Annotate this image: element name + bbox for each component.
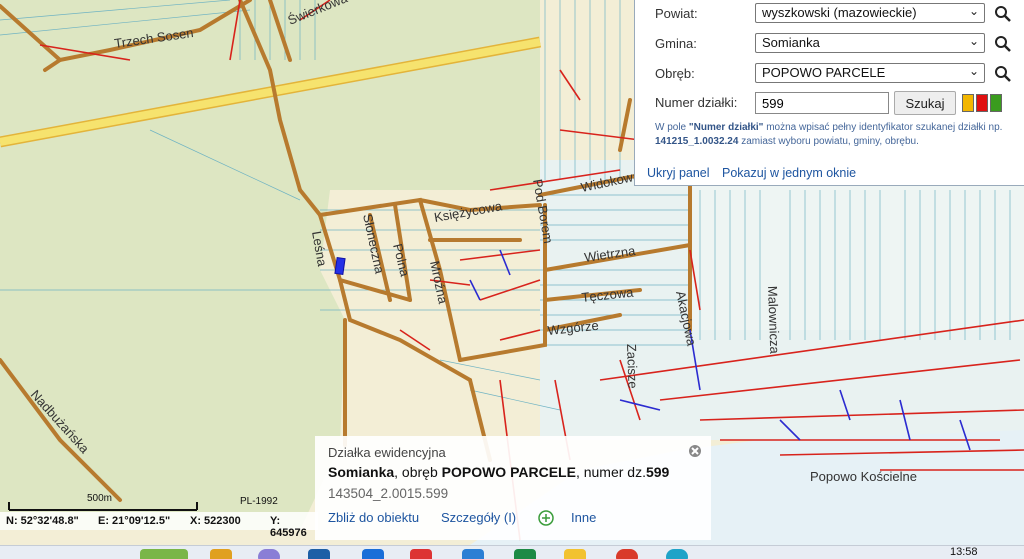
hide-panel-link[interactable]: Ukryj panel bbox=[647, 166, 710, 180]
more-link[interactable]: Inne bbox=[571, 510, 596, 525]
x-coordinate: X: 522300 bbox=[190, 515, 241, 527]
crs-label: PL-1992 bbox=[240, 496, 278, 507]
search-icon[interactable] bbox=[993, 64, 1013, 84]
search-button[interactable]: Szukaj bbox=[894, 91, 956, 115]
search-panel: Powiat: wyszkowski (mazowieckie) ⌄ Gmina… bbox=[634, 0, 1024, 186]
parcel-number-input[interactable] bbox=[755, 92, 889, 114]
search-icon[interactable] bbox=[993, 4, 1013, 24]
search-icon[interactable] bbox=[993, 34, 1013, 54]
parcel-title: Somianka, obręb POPOWO PARCELE, numer dz… bbox=[328, 464, 670, 480]
taskbar-clock[interactable]: 13:58 bbox=[950, 546, 978, 558]
highlight-color-picker[interactable] bbox=[962, 94, 1004, 112]
street-label-zacisze: Zacisze bbox=[624, 344, 641, 389]
color-swatch-red[interactable] bbox=[976, 94, 988, 112]
chevron-down-icon: ⌄ bbox=[968, 64, 979, 78]
chevron-down-icon: ⌄ bbox=[968, 4, 979, 18]
longitude-value: E: 21°09'12.5" bbox=[98, 515, 171, 527]
y-coordinate: Y: 645976 bbox=[270, 515, 307, 539]
parcel-hint-text: W pole "Numer działki" można wpisać pełn… bbox=[655, 122, 1003, 147]
close-icon[interactable] bbox=[688, 444, 702, 458]
color-swatch-yellow[interactable] bbox=[962, 94, 974, 112]
gmina-label: Gmina: bbox=[655, 36, 697, 51]
obreb-select-value: POPOWO PARCELE bbox=[762, 65, 886, 80]
parcel-identifier: 143504_2.0015.599 bbox=[328, 486, 449, 501]
selected-parcel[interactable] bbox=[334, 256, 346, 276]
powiat-select-value: wyszkowski (mazowieckie) bbox=[762, 5, 917, 20]
settlement-east bbox=[690, 185, 1024, 330]
gmina-select[interactable]: Somianka ⌄ bbox=[755, 33, 985, 53]
popup-heading: Działka ewidencyjna bbox=[328, 445, 446, 460]
show-one-window-link[interactable]: Pokazuj w jednym oknie bbox=[722, 166, 856, 180]
add-circle-icon[interactable] bbox=[538, 510, 554, 526]
street-label-malownicza: Malownicza bbox=[765, 286, 782, 355]
color-swatch-green[interactable] bbox=[990, 94, 1002, 112]
obreb-select[interactable]: POPOWO PARCELE ⌄ bbox=[755, 63, 985, 83]
gmina-select-value: Somianka bbox=[762, 35, 820, 50]
taskbar: 13:58 bbox=[0, 545, 1024, 559]
powiat-label: Powiat: bbox=[655, 6, 698, 21]
zoom-to-object-link[interactable]: Zbliż do obiektu bbox=[328, 510, 419, 525]
latitude-value: N: 52°32'48.8" bbox=[6, 515, 79, 527]
street-label-popowo-koscielne: Popowo Kościelne bbox=[810, 469, 917, 484]
parcel-number-label: Numer działki: bbox=[655, 95, 738, 110]
powiat-select[interactable]: wyszkowski (mazowieckie) ⌄ bbox=[755, 3, 985, 23]
coordinate-readout: N: 52°32'48.8" E: 21°09'12.5" X: 522300 … bbox=[0, 512, 318, 539]
forest-area bbox=[0, 0, 345, 530]
chevron-down-icon: ⌄ bbox=[968, 34, 979, 48]
forest-area-north bbox=[330, 0, 540, 190]
parcel-info-popup: Działka ewidencyjna Somianka, obręb POPO… bbox=[315, 436, 711, 540]
details-link[interactable]: Szczegóły (I) bbox=[441, 510, 516, 525]
scale-bar bbox=[8, 502, 198, 511]
obreb-label: Obręb: bbox=[655, 66, 695, 81]
